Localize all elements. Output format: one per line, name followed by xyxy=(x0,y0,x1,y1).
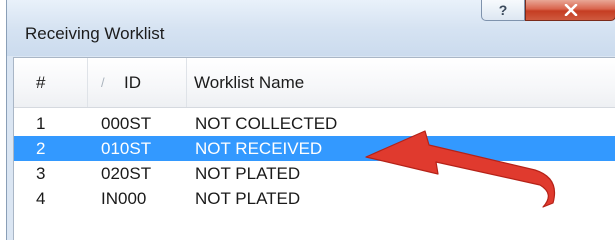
column-divider[interactable] xyxy=(186,58,187,107)
close-icon xyxy=(564,4,577,16)
help-button[interactable]: ? xyxy=(481,0,525,21)
close-button[interactable] xyxy=(525,0,615,21)
row-number: 2 xyxy=(36,139,46,158)
column-header-worklist-name[interactable]: Worklist Name xyxy=(194,58,304,107)
row-number: 1 xyxy=(36,114,46,133)
list-item[interactable]: 4 IN000 NOT PLATED xyxy=(14,186,615,211)
row-id: IN000 xyxy=(101,189,147,208)
column-divider[interactable] xyxy=(87,58,88,107)
list-item-selected[interactable]: 2 010ST NOT RECEIVED xyxy=(14,136,615,161)
help-icon: ? xyxy=(498,2,508,18)
list-item[interactable]: 1 000ST NOT COLLECTED xyxy=(14,111,615,136)
column-header-number[interactable]: # xyxy=(36,58,45,107)
worklist-list[interactable]: # / ID Worklist Name 1 000ST NOT COLLECT… xyxy=(13,57,615,240)
window-title: Receiving Worklist xyxy=(25,24,165,43)
row-id: 010ST xyxy=(101,139,152,158)
row-number: 3 xyxy=(36,164,46,183)
row-worklist-name: NOT PLATED xyxy=(195,189,301,208)
column-header-id[interactable]: ID xyxy=(124,58,141,107)
row-id: 000ST xyxy=(101,114,152,133)
list-item[interactable]: 3 020ST NOT PLATED xyxy=(14,161,615,186)
receiving-worklist-window: Receiving Worklist ? # / ID Worklist Nam… xyxy=(6,0,615,240)
row-number: 4 xyxy=(36,189,46,208)
list-header: # / ID Worklist Name xyxy=(14,58,615,108)
row-worklist-name: NOT PLATED xyxy=(195,164,301,183)
row-id: 020ST xyxy=(101,164,152,183)
row-worklist-name: NOT RECEIVED xyxy=(195,139,323,158)
sort-indicator-icon: / xyxy=(101,75,105,90)
row-worklist-name: NOT COLLECTED xyxy=(195,114,338,133)
